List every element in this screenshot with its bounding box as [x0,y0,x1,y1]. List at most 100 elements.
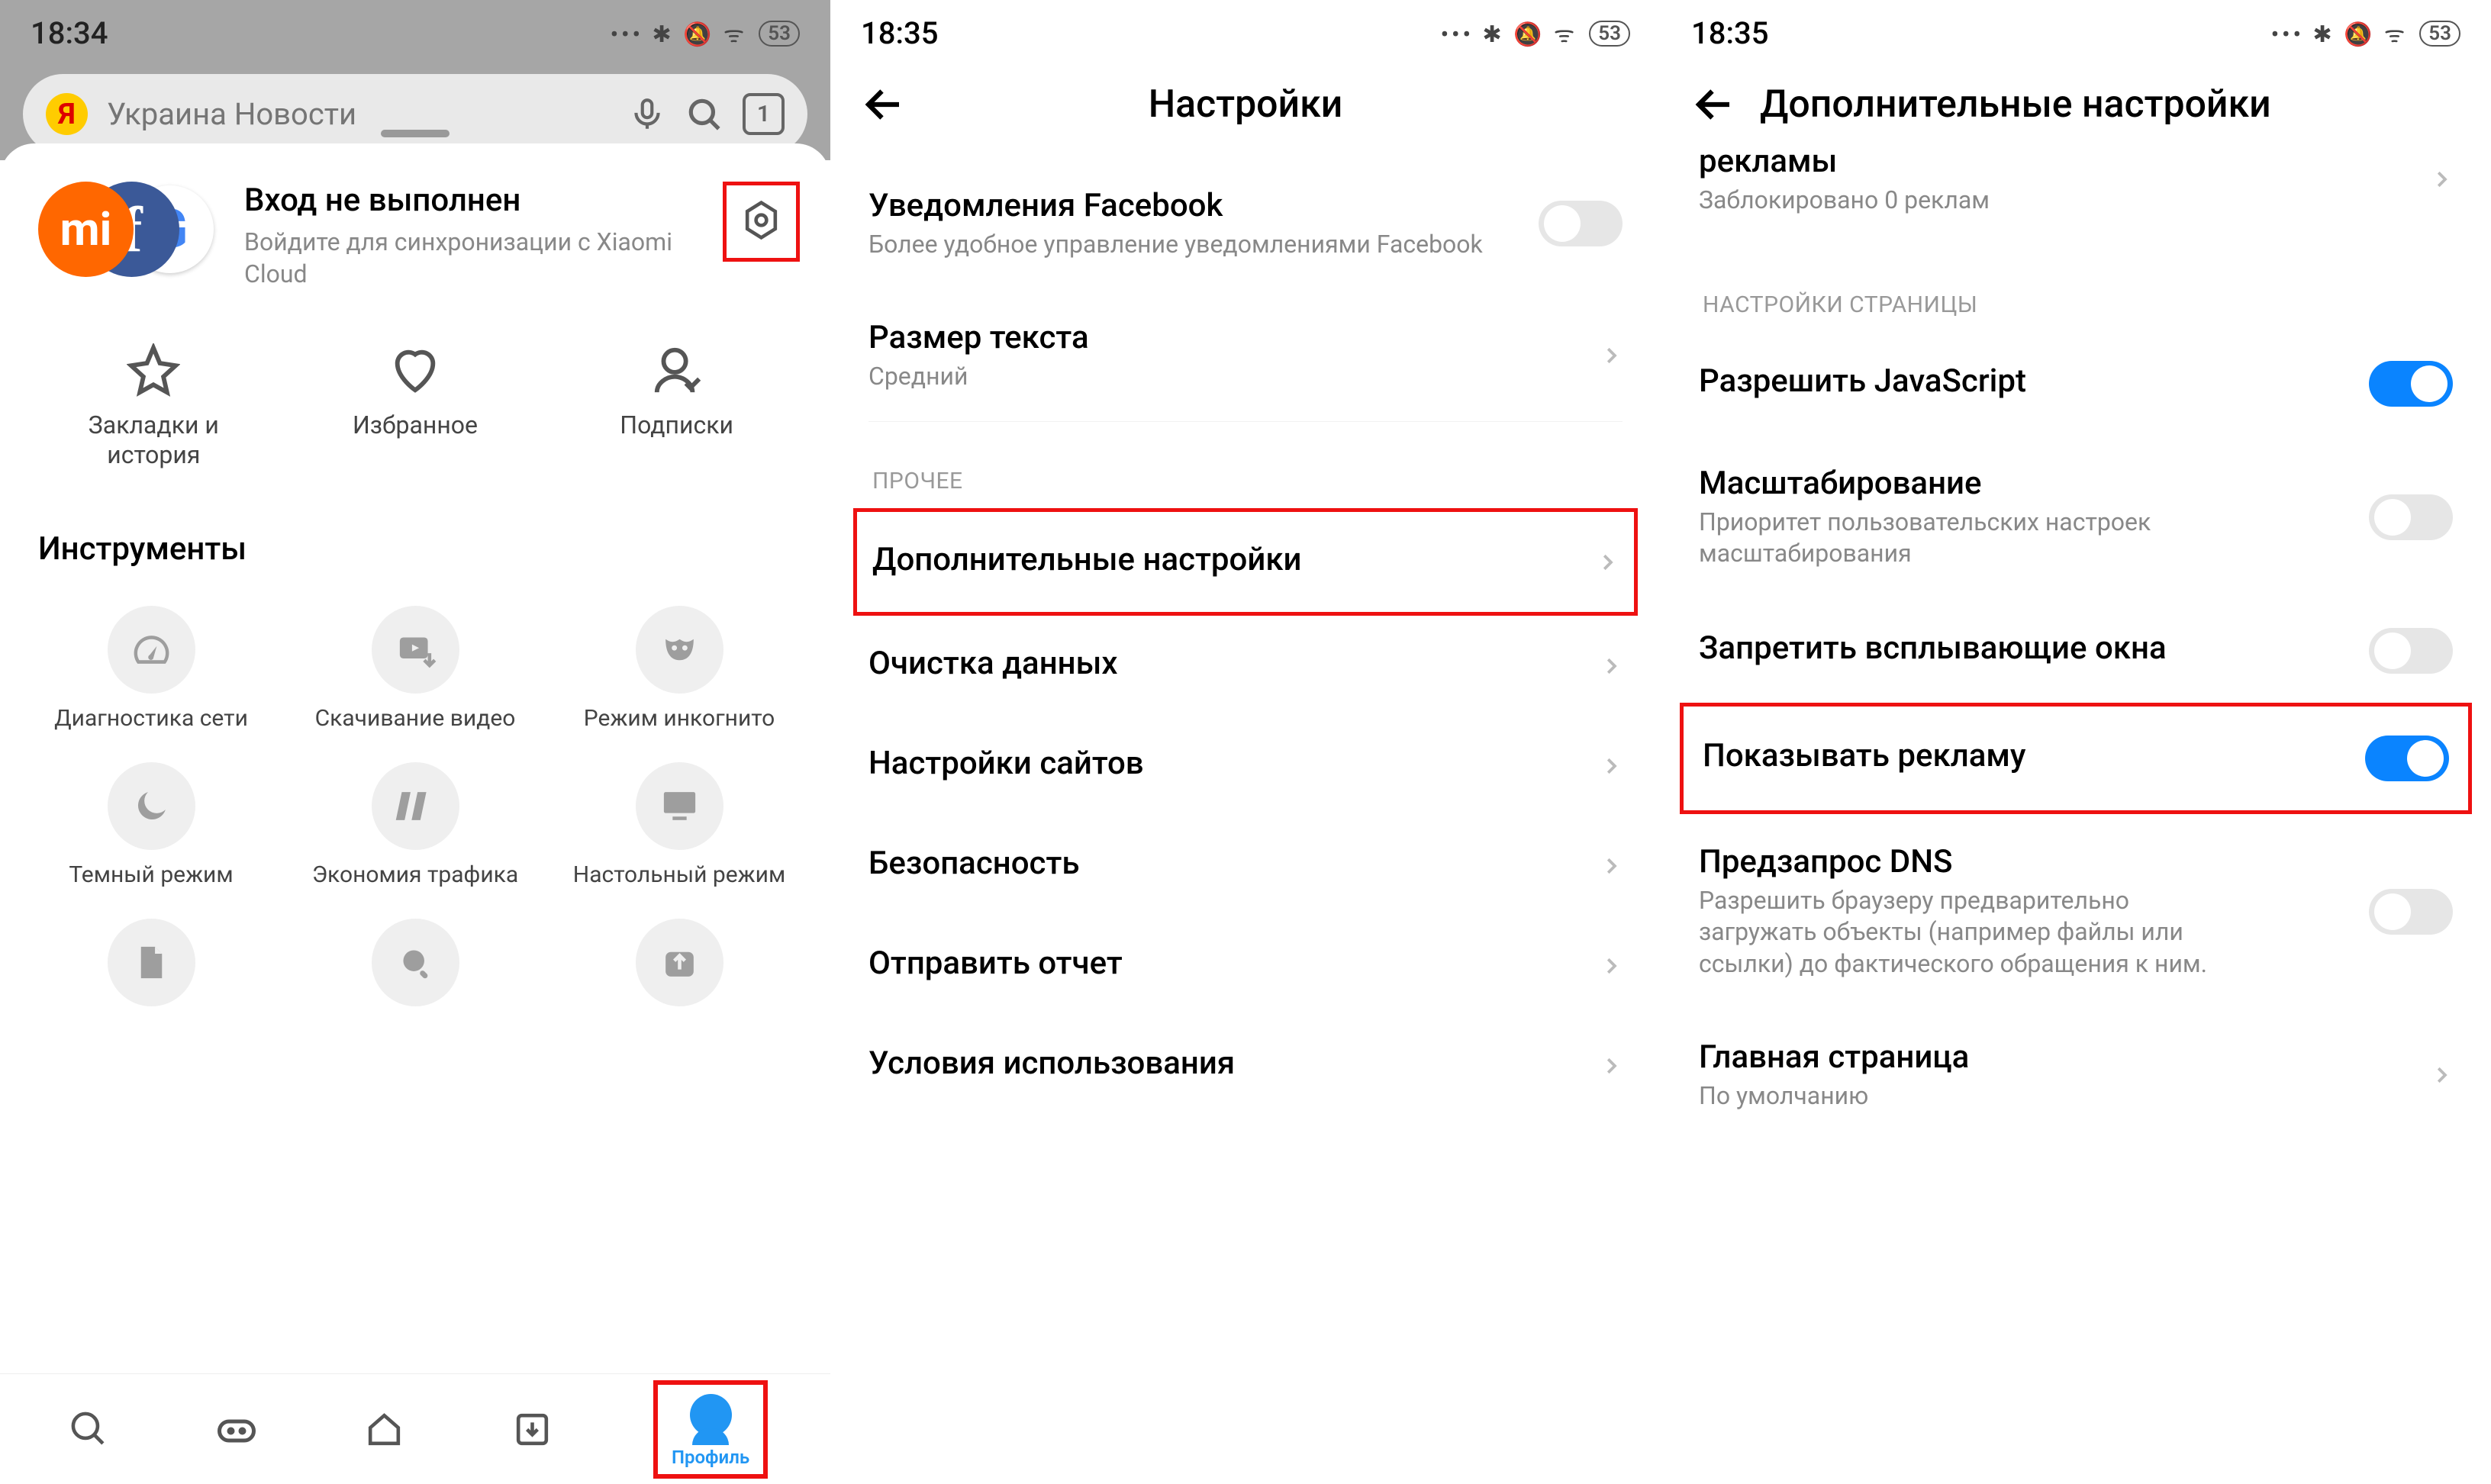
tool-incognito[interactable]: Режим инкогнито [551,606,807,732]
row-advanced-highlight[interactable]: Дополнительные настройки [853,508,1638,616]
tool-download-label: Скачивание видео [315,705,516,732]
fb-title: Уведомления Facebook [868,187,1539,224]
search-icon [68,1408,110,1450]
tool-network-diag[interactable]: Диагностика сети [23,606,279,732]
row-report[interactable]: Отправить отчет [830,916,1661,1016]
popup-toggle[interactable] [2369,628,2453,674]
section-page: НАСТРОЙКИ СТРАНИЦЫ [1661,246,2491,332]
textsize-title: Размер текста [868,319,1600,356]
chevron-right-icon [2430,168,2453,191]
file-icon [131,942,172,983]
nav-games[interactable] [210,1402,263,1456]
fb-toggle[interactable] [1539,201,1623,246]
favorites[interactable]: Избранное [339,343,491,469]
monitor-icon [659,785,701,827]
tool-diag-label: Диагностика сети [54,705,248,732]
tool-data-saver[interactable]: Экономия трафика [287,762,543,888]
status-bar: 18:34 ••• ✱ 🔕 ᯤ 53 [0,0,830,59]
dns-title: Предзапрос DNS [1699,843,2369,880]
provider-avatars: G f mi [38,182,221,273]
video-download-icon [395,629,437,671]
bookmarks-history[interactable]: Закладки и история [77,343,230,469]
nav-search[interactable] [63,1402,116,1456]
battery-indicator: 53 [1589,21,1630,47]
status-time: 18:35 [861,15,938,51]
clear-title: Очистка данных [868,645,1600,682]
row-homepage[interactable]: Главная страница По умолчанию [1661,1009,2491,1141]
moon-icon [131,785,172,827]
chevron-right-icon [1600,1054,1623,1077]
popup-title: Запретить всплывающие окна [1699,629,2369,667]
row-dns[interactable]: Предзапрос DNS Разрешить браузеру предва… [1661,814,2491,1009]
chevron-right-icon [2430,1064,2453,1086]
tabs-button[interactable]: 1 [743,93,785,135]
row-terms[interactable]: Условия использования [830,1016,1661,1115]
zoom-title: Масштабирование [1699,465,2369,502]
row-clear-data[interactable]: Очистка данных [830,616,1661,716]
tool-extra-3[interactable] [551,919,807,1006]
drag-handle[interactable] [381,130,450,137]
nav-downloads[interactable] [505,1402,559,1456]
nav-home[interactable] [358,1402,411,1456]
chevron-right-icon [1596,551,1619,574]
tool-extra-1[interactable] [23,919,279,1006]
login-title: Вход не выполнен [244,182,700,219]
nav-profile-highlight[interactable]: Профиль [653,1380,768,1479]
row-site-settings[interactable]: Настройки сайтов [830,716,1661,816]
terms-title: Условия использования [868,1045,1600,1082]
back-icon[interactable] [1691,82,1737,127]
tool-extra-2[interactable] [287,919,543,1006]
status-icons: ••• ✱ 🔕 ᯤ [2271,18,2409,49]
tools-title: Инструменты [0,507,830,591]
row-text-size[interactable]: Размер текста Средний [830,290,1661,422]
report-title: Отправить отчет [868,945,1600,982]
row-security[interactable]: Безопасность [830,816,1661,916]
download-box-icon [511,1408,553,1450]
login-row[interactable]: G f mi Вход не выполнен Войдите для синх… [0,143,830,313]
screen-settings: 18:35 ••• ✱ 🔕 ᯤ 53 Настройки Уведомления… [830,0,1661,1484]
tool-download-video[interactable]: Скачивание видео [287,606,543,732]
star-icon [127,343,180,397]
favorites-label: Избранное [353,410,478,439]
row-show-ads-highlight[interactable]: Показывать рекламу [1680,703,2472,814]
js-title: Разрешить JavaScript [1699,362,2369,400]
mic-icon[interactable] [628,95,666,134]
home-sub: По умолчанию [1699,1080,2430,1112]
row-javascript[interactable]: Разрешить JavaScript [1661,332,2491,436]
subs-label: Подписки [620,410,733,439]
status-icons: ••• ✱ 🔕 ᯤ [1441,18,1578,49]
status-bar: 18:35 ••• ✱ 🔕 ᯤ 53 [1661,0,2491,59]
js-toggle[interactable] [2369,361,2453,407]
search-placeholder: Украина Новости [107,96,609,132]
row-zoom[interactable]: Масштабирование Приоритет пользовательск… [1661,436,2491,599]
xiaomi-icon: mi [38,182,134,277]
mask-icon [659,629,701,671]
adblock-sub: Заблокировано 0 реклам [1699,185,2430,217]
subscriptions[interactable]: Подписки [601,343,753,469]
status-time: 18:34 [31,15,108,51]
yandex-icon: Я [46,93,88,135]
row-facebook-notifications[interactable]: Уведомления Facebook Более удобное управ… [830,158,1661,290]
search-icon[interactable] [685,95,723,134]
header-title: Дополнительные настройки [1760,82,2271,127]
gear-icon[interactable] [740,199,782,241]
home-title: Главная страница [1699,1038,2430,1076]
row-popups[interactable]: Запретить всплывающие окна [1661,599,2491,703]
dns-toggle[interactable] [2369,889,2453,935]
tool-desktop-mode[interactable]: Настольный режим [551,762,807,888]
home-icon [363,1408,405,1450]
advanced-title: Дополнительные настройки [872,541,1596,578]
tool-saver-label: Экономия трафика [312,861,518,888]
search-bar[interactable]: Я Украина Новости 1 [23,74,807,154]
zoom-toggle[interactable] [2369,494,2453,540]
quick-actions: Закладки и история Избранное Подписки [0,313,830,507]
chevron-right-icon [1600,655,1623,678]
tool-incognito-label: Режим инкогнито [584,705,775,732]
status-right: ••• ✱ 🔕 ᯤ 53 [2271,18,2460,49]
status-bar: 18:35 ••• ✱ 🔕 ᯤ 53 [830,0,1661,59]
adblock-title: рекламы [1699,143,2430,180]
row-adblock[interactable]: рекламы Заблокировано 0 реклам [1661,143,2491,246]
header-title: Настройки [861,82,1630,127]
ads-toggle[interactable] [2365,736,2449,781]
tool-dark-mode[interactable]: Темный режим [23,762,279,888]
